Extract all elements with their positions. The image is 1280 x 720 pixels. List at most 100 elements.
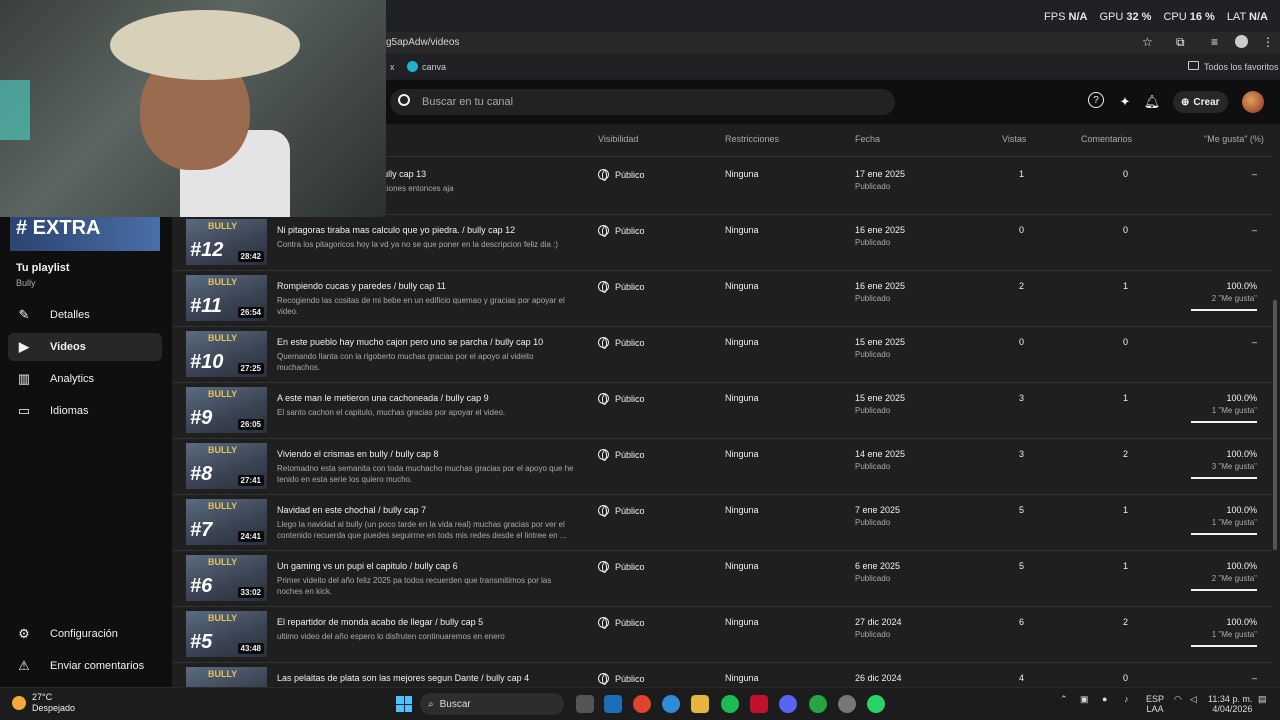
col-date[interactable]: Fecha bbox=[855, 134, 880, 144]
extensions-icon[interactable]: ⧉ bbox=[1176, 35, 1185, 50]
visibility-cell[interactable]: Público bbox=[598, 393, 645, 405]
visibility-cell[interactable]: Público bbox=[598, 505, 645, 517]
sidebar-item-videos[interactable]: ▶ Videos bbox=[8, 333, 162, 361]
likes-bar bbox=[1191, 477, 1257, 479]
sidebar-item-details[interactable]: ✎ Detalles bbox=[8, 301, 162, 329]
table-row[interactable]: BULLY #5 43:48 El repartidor de monda acabo… bbox=[172, 607, 1272, 663]
video-thumbnail[interactable]: BULLY #12 28:42 bbox=[186, 219, 267, 265]
video-title[interactable]: Ni pitagoras tiraba mas calculo que yo p… bbox=[277, 225, 515, 235]
help-icon[interactable]: ? bbox=[1088, 92, 1104, 108]
sidebar-item-languages[interactable]: ▭ Idiomas bbox=[8, 397, 162, 425]
wifi-icon[interactable]: ◠ bbox=[1174, 694, 1182, 704]
visibility-cell[interactable]: Público bbox=[598, 449, 645, 461]
menu-dots-icon[interactable]: ⋮ bbox=[1262, 35, 1274, 49]
col-comments[interactable]: Comentarios bbox=[1081, 134, 1132, 144]
all-favorites[interactable]: Todos los favoritos bbox=[1204, 62, 1279, 72]
volume-icon[interactable]: ◁ bbox=[1190, 694, 1197, 704]
tray-app-icon[interactable]: ▣ bbox=[1080, 694, 1089, 704]
table-row[interactable]: BULLY #11 26:54 Rompiendo cucas y paredes /… bbox=[172, 271, 1272, 327]
video-title[interactable]: Las pelaitas de plata son las mejores se… bbox=[277, 673, 529, 683]
video-title[interactable]: Navidad en este chochal / bully cap 7 bbox=[277, 505, 426, 515]
restriction-value: Ninguna bbox=[725, 561, 759, 571]
channel-avatar[interactable] bbox=[1242, 91, 1264, 113]
visibility-cell[interactable]: Público bbox=[598, 225, 645, 237]
visibility-cell[interactable]: Público bbox=[598, 561, 645, 573]
feedback-icon: ⚠ bbox=[18, 658, 30, 673]
likes-percent: 100.0% bbox=[1226, 561, 1257, 571]
visibility-cell[interactable]: Público bbox=[598, 169, 645, 181]
table-row[interactable]: BULLY #8 27:41 Viviendo el crismas en bully… bbox=[172, 439, 1272, 495]
search-placeholder: Buscar en tu canal bbox=[422, 96, 514, 108]
scrollbar[interactable] bbox=[1273, 300, 1277, 550]
create-label: Crear bbox=[1193, 96, 1220, 108]
whatsapp-icon[interactable] bbox=[867, 695, 885, 713]
start-windows-icon[interactable] bbox=[396, 696, 412, 712]
col-restrictions[interactable]: Restricciones bbox=[725, 134, 779, 144]
video-thumbnail[interactable]: BULLY #7 24:41 bbox=[186, 499, 267, 545]
visibility-value: Público bbox=[615, 449, 645, 460]
language-indicator[interactable]: ESP LAA bbox=[1146, 694, 1164, 714]
date-value: 15 ene 2025 bbox=[855, 337, 906, 347]
channel-search-input[interactable]: Buscar en tu canal bbox=[390, 89, 895, 115]
table-row[interactable]: BULLY #7 24:41 Navidad en este chochal / bu… bbox=[172, 495, 1272, 551]
taskbar-search[interactable]: ⌕ Buscar bbox=[420, 693, 564, 715]
chrome-icon[interactable] bbox=[633, 695, 651, 713]
app-icon[interactable] bbox=[838, 695, 856, 713]
tray-app-icon[interactable]: ● bbox=[1102, 694, 1107, 704]
video-title[interactable]: Viviendo el crismas en bully / bully cap… bbox=[277, 449, 438, 459]
edge-icon[interactable] bbox=[662, 695, 680, 713]
bookmark-canva[interactable]: canva bbox=[422, 62, 446, 72]
views-value: 6 bbox=[1018, 617, 1024, 627]
discord-icon[interactable] bbox=[779, 695, 797, 713]
clock[interactable]: 11:34 p. m. 4/04/2026 bbox=[1208, 694, 1252, 714]
video-title[interactable]: Un gaming vs un pupi el capitulo / bully… bbox=[277, 561, 458, 571]
sidebar-item-analytics[interactable]: ▥ Analytics bbox=[8, 365, 162, 393]
playlist-thumbnail[interactable]: # EXTRA bbox=[10, 217, 160, 251]
xbox-icon[interactable] bbox=[809, 695, 827, 713]
task-view-icon[interactable] bbox=[576, 695, 594, 713]
table-row[interactable]: BULLY #6 33:02 Un gaming vs un pupi el capi… bbox=[172, 551, 1272, 607]
bell-icon[interactable]: 🔔︎ bbox=[1142, 92, 1162, 112]
visibility-cell[interactable]: Público bbox=[598, 337, 645, 349]
steam-icon[interactable] bbox=[604, 695, 622, 713]
file-explorer-icon[interactable] bbox=[691, 695, 709, 713]
col-visibility[interactable]: Visibilidad bbox=[598, 134, 638, 144]
star-icon[interactable]: ☆ bbox=[1142, 35, 1153, 49]
table-row[interactable]: BULLY #10 27:25 En este pueblo hay mucho ca… bbox=[172, 327, 1272, 383]
video-thumbnail[interactable]: BULLY #10 27:25 bbox=[186, 331, 267, 377]
sidebar-item-settings[interactable]: ⚙ Configuración bbox=[8, 620, 162, 648]
visibility-cell[interactable]: Público bbox=[598, 673, 645, 685]
netflix-icon[interactable] bbox=[750, 695, 768, 713]
video-duration: 26:54 bbox=[237, 307, 264, 318]
video-thumbnail[interactable]: BULLY #11 26:54 bbox=[186, 275, 267, 321]
tray-chevron-icon[interactable]: ⌃ bbox=[1060, 694, 1068, 704]
video-title[interactable]: En este pueblo hay mucho cajon pero uno … bbox=[277, 337, 543, 347]
views-value: 1 bbox=[1018, 169, 1024, 179]
reading-list-icon[interactable]: ≡ bbox=[1211, 35, 1218, 49]
video-title[interactable]: El repartidor de monda acabo de llegar /… bbox=[277, 617, 483, 627]
video-thumbnail[interactable]: BULLY #6 33:02 bbox=[186, 555, 267, 601]
visibility-cell[interactable]: Público bbox=[598, 281, 645, 293]
profile-icon[interactable] bbox=[1235, 35, 1248, 48]
col-likes[interactable]: "Me gusta" (%) bbox=[1204, 134, 1264, 144]
restriction-value: Ninguna bbox=[725, 673, 759, 683]
date-value: 7 ene 2025 bbox=[855, 505, 901, 515]
sidebar-item-feedback[interactable]: ⚠ Enviar comentarios bbox=[8, 652, 162, 680]
video-thumbnail[interactable]: BULLY #8 27:41 bbox=[186, 443, 267, 489]
create-button[interactable]: ⊕ Crear bbox=[1173, 91, 1228, 113]
video-title[interactable]: A este man le metieron una cachoneada / … bbox=[277, 393, 489, 403]
table-row[interactable]: BULLY #12 28:42 Ni pitagoras tiraba mas cal… bbox=[172, 215, 1272, 271]
visibility-cell[interactable]: Público bbox=[598, 617, 645, 629]
col-views[interactable]: Vistas bbox=[1002, 134, 1026, 144]
video-thumbnail[interactable]: BULLY #9 26:05 bbox=[186, 387, 267, 433]
sparkle-icon[interactable]: ✦ bbox=[1115, 92, 1135, 112]
video-title[interactable]: Rompiendo cucas y paredes / bully cap 11 bbox=[277, 281, 446, 291]
video-thumbnail[interactable]: BULLY #5 43:48 bbox=[186, 611, 267, 657]
spotify-icon[interactable] bbox=[721, 695, 739, 713]
url-text[interactable]: g5apAdw/videos bbox=[386, 37, 459, 48]
microphone-icon[interactable]: ♪ bbox=[1124, 694, 1129, 704]
notifications-icon[interactable]: ▤ bbox=[1258, 694, 1267, 704]
tab-close-icon[interactable]: x bbox=[390, 62, 395, 72]
table-row[interactable]: BULLY #9 26:05 A este man le metieron una c… bbox=[172, 383, 1272, 439]
weather-widget[interactable]: 27°C Despejado bbox=[12, 692, 75, 714]
